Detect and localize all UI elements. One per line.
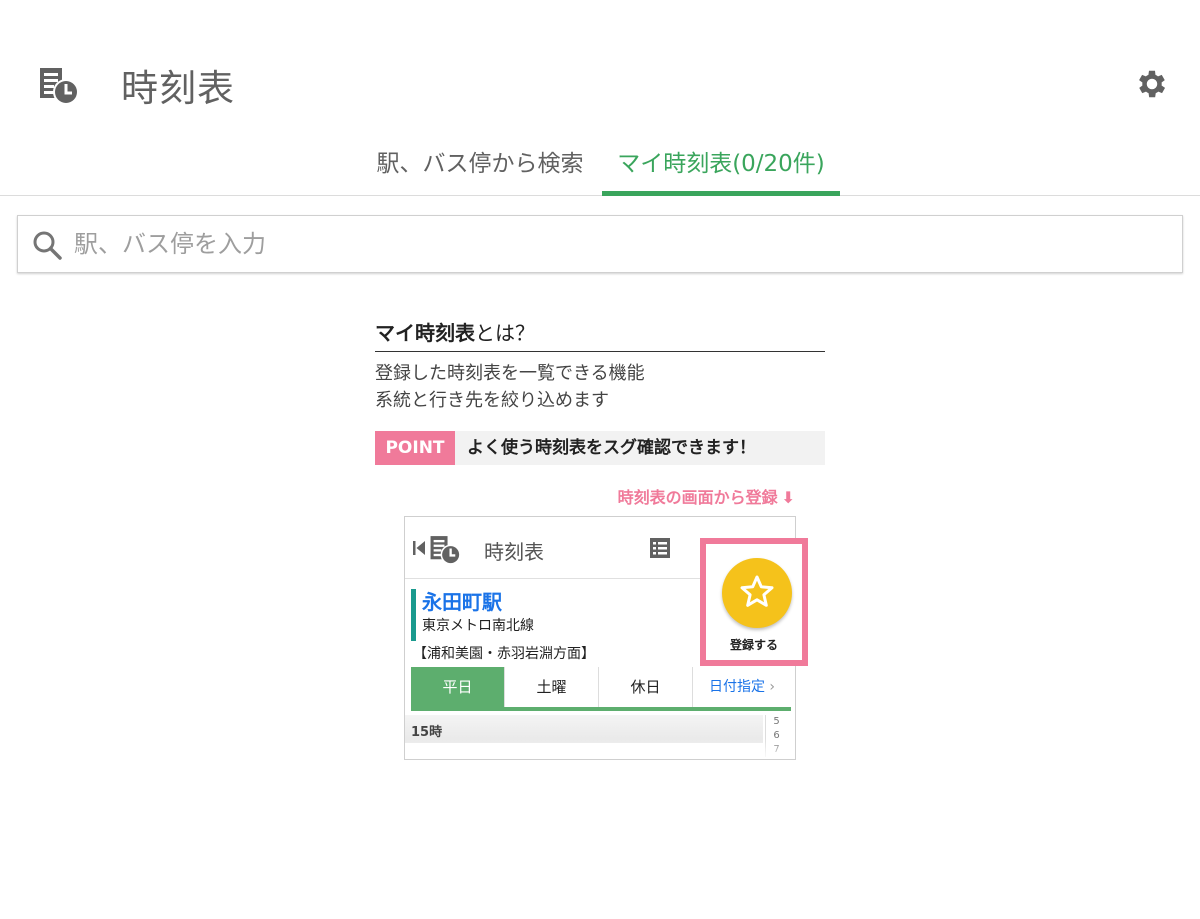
- arrow-down-icon: ⬇: [781, 488, 795, 507]
- hour-label: 15時: [411, 725, 443, 740]
- list-icon: [650, 538, 670, 558]
- day-tabs: 平日 土曜 休日 日付指定 ›: [411, 667, 791, 711]
- search-icon: [33, 231, 62, 260]
- register-label: 登録する: [729, 638, 778, 652]
- preview-station: 永田町駅 東京メトロ南北線: [411, 589, 534, 641]
- page-title: 時刻表: [121, 67, 235, 110]
- app-bar: 時刻表: [0, 0, 1200, 140]
- skip-back-icon: [413, 541, 425, 555]
- preview-title: 時刻表: [484, 540, 544, 564]
- register-hint-text: 時刻表の画面から登録: [617, 488, 778, 507]
- register-button-circle: [722, 558, 792, 628]
- day-tab-date: 日付指定 ›: [693, 667, 791, 707]
- tab-bar: 駅、バス停から検索 マイ時刻表(0/20件): [0, 140, 1200, 196]
- info-title: マイ時刻表とは？: [375, 318, 825, 352]
- search-bar[interactable]: [17, 215, 1183, 273]
- direction-label: 【浦和美園・赤羽岩淵方面】: [413, 646, 595, 662]
- gear-icon[interactable]: [1134, 66, 1170, 102]
- info-title-rest: とは？: [475, 321, 535, 345]
- register-highlight-frame: 登録する: [700, 538, 808, 666]
- info-desc-line: 登録した時刻表を一覧できる機能: [375, 363, 645, 384]
- tab-station-search[interactable]: 駅、バス停から検索: [360, 148, 600, 196]
- info-description: 登録した時刻表を一覧できる機能 系統と行き先を絞り込めます: [375, 360, 825, 414]
- day-tab-weekday: 平日: [411, 667, 505, 707]
- star-icon: [740, 575, 774, 607]
- point-badge: POINT: [375, 431, 455, 465]
- register-hint: 時刻表の画面から登録 ⬇: [375, 484, 795, 508]
- day-tab-holiday: 休日: [599, 667, 693, 707]
- info-title-bold: マイ時刻表: [375, 321, 475, 345]
- station-name: 永田町駅: [422, 590, 502, 614]
- chevron-right-icon: ›: [769, 679, 776, 695]
- point-text: よく使う時刻表をスグ確認できます！: [467, 438, 756, 458]
- search-input[interactable]: [74, 224, 1164, 264]
- line-name: 東京メトロ南北線: [422, 618, 534, 634]
- tab-my-timetable[interactable]: マイ時刻表(0/20件): [602, 148, 840, 196]
- point-row: POINT よく使う時刻表をスグ確認できます！: [375, 431, 825, 465]
- info-desc-line: 系統と行き先を絞り込めます: [375, 390, 609, 411]
- preview-fade: [405, 739, 795, 759]
- date-tab-label: 日付指定: [708, 679, 765, 695]
- minute-index-item: 5: [773, 716, 780, 727]
- my-timetable-info: マイ時刻表とは？ 登録した時刻表を一覧できる機能 系統と行き先を絞り込めます P…: [375, 318, 825, 507]
- timetable-icon: [430, 536, 461, 565]
- day-tab-saturday: 土曜: [505, 667, 599, 707]
- timetable-icon: [40, 68, 79, 105]
